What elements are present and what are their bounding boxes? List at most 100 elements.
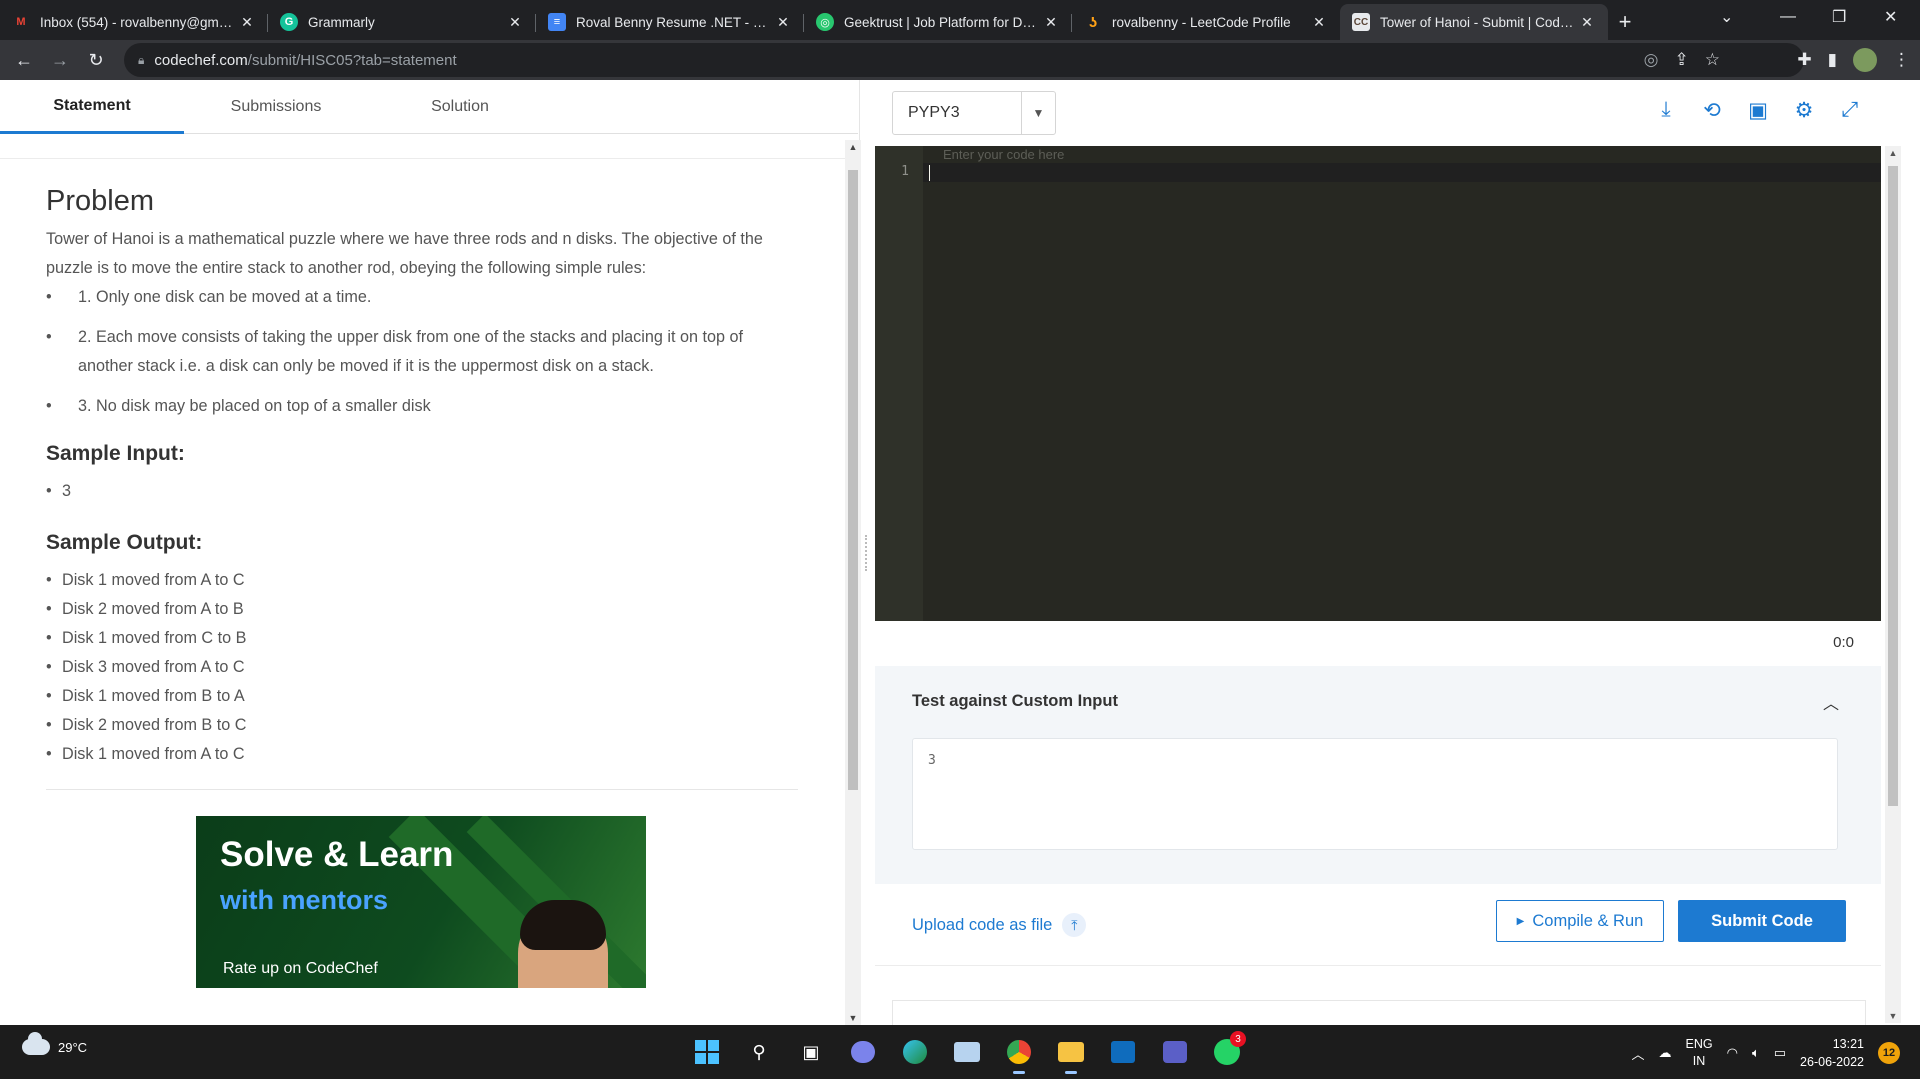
- chevron-up-icon[interactable]: ︿: [1631, 1044, 1644, 1063]
- tab-submissions[interactable]: Submissions: [184, 80, 368, 134]
- weather-widget[interactable]: 29°C: [22, 1032, 88, 1055]
- photos-icon[interactable]: [948, 1033, 986, 1071]
- task-view-icon[interactable]: ▣: [792, 1033, 830, 1071]
- scrollbar-thumb[interactable]: [1888, 166, 1898, 806]
- edge-icon[interactable]: [896, 1033, 934, 1071]
- wifi-icon[interactable]: ◠: [1727, 1045, 1738, 1061]
- close-window-icon[interactable]: ✕: [1884, 0, 1897, 34]
- close-icon[interactable]: ✕: [1310, 14, 1328, 31]
- menu-kebab-icon[interactable]: ⋮: [1893, 50, 1910, 70]
- banner-subtitle: with mentors: [220, 885, 389, 915]
- banner-title: Solve & Learn: [220, 835, 454, 874]
- browser-tab-grammarly[interactable]: G Grammarly ✕: [268, 4, 536, 40]
- battery-icon[interactable]: ▭: [1774, 1045, 1786, 1061]
- save-icon[interactable]: ▣: [1746, 98, 1770, 122]
- compile-run-button[interactable]: ▶ Compile & Run: [1496, 900, 1664, 942]
- problem-scrollbar[interactable]: ▲ ▼: [845, 140, 861, 1025]
- tab-statement[interactable]: Statement: [0, 80, 184, 134]
- reload-icon[interactable]: ↻: [78, 44, 114, 76]
- google-docs-icon: ≡: [548, 13, 566, 31]
- forward-arrow-icon[interactable]: →: [42, 44, 78, 76]
- side-panel-icon[interactable]: ▮: [1828, 50, 1837, 70]
- fullscreen-icon[interactable]: ⤢: [1838, 98, 1862, 122]
- scroll-up-icon[interactable]: ▲: [1885, 148, 1901, 158]
- search-icon[interactable]: ⚲: [740, 1033, 778, 1071]
- outlook-icon[interactable]: [1104, 1033, 1142, 1071]
- pane-resize-handle[interactable]: [865, 535, 871, 571]
- refresh-code-icon[interactable]: ⟲: [1700, 98, 1724, 122]
- result-panel: [892, 1000, 1866, 1025]
- close-icon[interactable]: ✕: [1578, 14, 1596, 31]
- clock[interactable]: 13:21 26-06-2022: [1800, 1035, 1864, 1071]
- list-item: Disk 1 moved from B to A: [46, 682, 799, 711]
- volume-icon[interactable]: 🔈︎: [1752, 1045, 1760, 1061]
- bookmark-star-icon[interactable]: ☆: [1705, 50, 1720, 70]
- chevron-up-icon[interactable]: ︿: [1823, 690, 1839, 714]
- upload-icon: ⤒: [1062, 913, 1087, 937]
- browser-tab-google-docs[interactable]: ≡ Roval Benny Resume .NET - Google Docs …: [536, 4, 804, 40]
- close-icon[interactable]: ✕: [774, 14, 792, 31]
- upload-label: Upload code as file: [912, 915, 1053, 934]
- url-input[interactable]: 🔒︎ codechef.com /submit/HISC05?tab=state…: [124, 43, 1804, 77]
- eye-off-icon[interactable]: ◎: [1644, 50, 1659, 70]
- minimize-icon[interactable]: —: [1780, 0, 1796, 34]
- mentor-banner[interactable]: Solve & Learn with mentors Rate up on Co…: [196, 816, 646, 988]
- language-indicator[interactable]: ENG IN: [1686, 1036, 1713, 1070]
- codechef-icon: CC: [1352, 13, 1370, 31]
- language-select[interactable]: PYPY3 ▼: [892, 91, 1056, 135]
- close-icon[interactable]: ✕: [506, 14, 524, 31]
- custom-input-field[interactable]: 3: [912, 738, 1838, 850]
- close-icon[interactable]: ✕: [238, 14, 256, 31]
- text-cursor: [929, 165, 930, 181]
- back-arrow-icon[interactable]: ←: [6, 44, 42, 76]
- sample-output-heading: Sample Output:: [46, 531, 203, 554]
- grammarly-icon: G: [280, 13, 298, 31]
- notification-count-badge[interactable]: 12: [1878, 1042, 1900, 1064]
- upload-code-link[interactable]: Upload code as file ⤒: [912, 913, 1087, 937]
- restore-icon[interactable]: ❐: [1832, 0, 1846, 34]
- scroll-down-icon[interactable]: ▼: [1885, 1011, 1901, 1021]
- temperature: 29°C: [58, 1039, 88, 1055]
- lang-region: IN: [1692, 1054, 1706, 1068]
- chrome-icon[interactable]: [1000, 1033, 1038, 1074]
- file-explorer-icon[interactable]: [1052, 1033, 1090, 1074]
- share-icon[interactable]: ⇪: [1675, 50, 1689, 70]
- settings-gear-icon[interactable]: ⚙: [1792, 98, 1816, 122]
- submit-code-button[interactable]: Submit Code: [1678, 900, 1846, 942]
- tab-title: Geektrust | Job Platform for Developers: [844, 14, 1042, 30]
- page: Statement Submissions Solution Problem T…: [0, 80, 1920, 1025]
- scroll-down-icon[interactable]: ▼: [845, 1013, 861, 1023]
- page-scrollbar[interactable]: ▲ ▼: [1885, 146, 1901, 1023]
- code-placeholder: Enter your code here: [943, 147, 1065, 162]
- avatar[interactable]: [1853, 48, 1877, 72]
- teams-icon[interactable]: [1156, 1033, 1194, 1071]
- browser-tab-leetcode[interactable]: ʖ rovalbenny - LeetCode Profile ✕: [1072, 4, 1340, 40]
- whatsapp-icon[interactable]: 3: [1208, 1031, 1246, 1071]
- tab-solution[interactable]: Solution: [368, 80, 552, 134]
- browser-tab-codechef[interactable]: CC Tower of Hanoi - Submit | CodeChef ✕: [1340, 4, 1608, 40]
- close-icon[interactable]: ✕: [1042, 14, 1060, 31]
- windows-start-icon[interactable]: [688, 1033, 726, 1071]
- geektrust-icon: ◎: [816, 13, 834, 31]
- line-number: 1: [901, 164, 909, 179]
- editor-pane: PYPY3 ▼ ⤓ ⟲ ▣ ⚙ ⤢ 1 Enter your code here…: [875, 80, 1920, 1025]
- scroll-up-icon[interactable]: ▲: [845, 142, 861, 152]
- action-bar: Upload code as file ⤒ ▶ Compile & Run Su…: [875, 884, 1881, 966]
- browser-tab-geektrust[interactable]: ◎ Geektrust | Job Platform for Developer…: [804, 4, 1072, 40]
- sample-input-list: 3: [46, 477, 799, 506]
- teams-chat-icon[interactable]: [844, 1033, 882, 1071]
- list-item: 3. No disk may be placed on top of a sma…: [46, 392, 799, 421]
- onedrive-cloud-icon[interactable]: ☁: [1659, 1045, 1672, 1061]
- tab-search-icon[interactable]: ⌄: [1720, 0, 1733, 34]
- list-item: Disk 1 moved from A to C: [46, 740, 799, 769]
- scrollbar-thumb[interactable]: [848, 170, 858, 790]
- extensions-icon[interactable]: ✚: [1797, 50, 1811, 70]
- new-tab-button[interactable]: +: [1608, 4, 1642, 40]
- divider: [46, 789, 798, 790]
- browser-tab-gmail[interactable]: M Inbox (554) - rovalbenny@gmail.com ✕: [0, 4, 268, 40]
- download-icon[interactable]: ⤓: [1654, 98, 1678, 122]
- gmail-icon: M: [16, 16, 26, 28]
- code-editor[interactable]: 1 Enter your code here: [875, 146, 1881, 621]
- problem-heading: Problem: [46, 185, 154, 217]
- list-item: Disk 1 moved from A to C: [46, 566, 799, 595]
